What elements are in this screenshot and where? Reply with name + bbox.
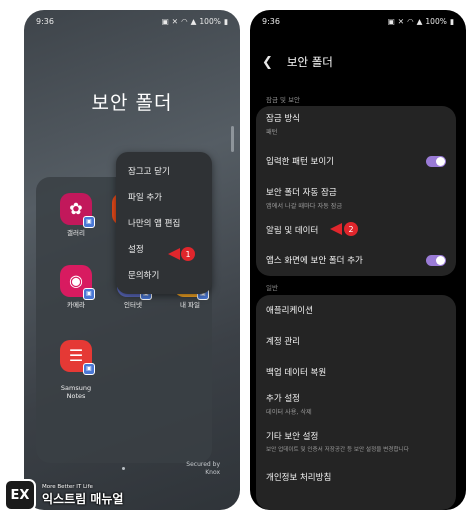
setting-privacy-policy[interactable]: 개인정보 처리방침	[256, 461, 456, 493]
setting-title: 개인정보 처리방침	[266, 473, 332, 483]
setting-additional-settings[interactable]: 추가 설정 데이터 사용, 삭제	[256, 387, 456, 421]
setting-auto-lock[interactable]: 보안 폴더 자동 잠금 앱에서 나갈 때마다 자동 잠금	[256, 180, 456, 216]
app-camera[interactable]: ◉ ▣ 카메라	[54, 265, 98, 309]
setting-title: 기타 보안 설정	[266, 431, 319, 442]
setting-title: 보안 폴더 자동 잠금	[266, 188, 337, 198]
battery-text: 100%	[199, 16, 221, 26]
secure-badge-icon: ▣	[83, 363, 95, 376]
page-indicator	[122, 467, 125, 470]
setting-subtitle: 보안 업데이트 및 인증서 저장공간 등 보안 설정을 변경합니다	[266, 446, 409, 453]
notification-icon: ▣	[161, 16, 169, 26]
gallery-icon: ✿ ▣	[60, 193, 95, 228]
mute-icon: ✕	[171, 16, 179, 26]
setting-title: 잠금 방식	[266, 114, 300, 124]
secure-folder-settings-screen: 9:36 ▣ ✕ ◠ ▲ 100% ▮ ❮ 보안 폴더 잠금 및 보안 잠금 방…	[250, 10, 466, 510]
menu-item-contact-us[interactable]: 문의하기	[116, 262, 212, 288]
setting-other-security[interactable]: 기타 보안 설정 보안 업데이트 및 인증서 저장공간 등 보안 설정을 변경합…	[256, 421, 456, 461]
secured-by-knox: Secured by Knox	[186, 461, 220, 477]
add-to-apps-toggle[interactable]	[426, 254, 446, 266]
notification-icon: ▣	[387, 16, 395, 26]
setting-title: 백업 데이터 복원	[266, 368, 327, 378]
pointer-arrow-icon	[168, 248, 180, 260]
setting-title: 입력한 패턴 보이기	[266, 157, 334, 167]
toggle-knob	[436, 255, 445, 265]
app-label: 인터넷	[124, 301, 142, 309]
lock-security-card: 잠금 방식 패턴 입력한 패턴 보이기 보안 폴더 자동 잠금 앱에서 나갈 때…	[256, 106, 456, 276]
setting-lock-type[interactable]: 잠금 방식 패턴	[256, 106, 456, 142]
status-icons: ▣ ✕ ◠ ▲ 100% ▮	[388, 17, 454, 26]
setting-title: 애플리케이션	[266, 306, 313, 316]
status-icons: ▣ ✕ ◠ ▲ 100% ▮	[162, 17, 228, 26]
site-logo-icon: EX	[4, 479, 36, 511]
app-label: 카메라	[67, 301, 85, 309]
more-options-menu: 잠그고 닫기 파일 추가 나만의 앱 편집 설정 문의하기	[116, 152, 212, 294]
general-card: 애플리케이션 계정 관리 백업 데이터 복원 추가 설정 데이터 사용, 삭제 …	[256, 295, 456, 510]
battery-text: 100%	[425, 16, 447, 26]
app-gallery[interactable]: ✿ ▣ 갤러리	[54, 193, 98, 237]
setting-title: 추가 설정	[266, 394, 300, 404]
app-label: Samsung Notes	[60, 384, 92, 401]
wifi-icon: ◠	[181, 16, 188, 26]
site-watermark: EX More Better IT Life 익스트림 매뉴얼	[4, 479, 123, 511]
setting-add-to-apps-screen[interactable]: 앱스 화면에 보안 폴더 추가	[256, 244, 456, 276]
site-name: 익스트림 매뉴얼	[42, 491, 124, 506]
mute-icon: ✕	[397, 16, 405, 26]
menu-item-lock-close[interactable]: 잠그고 닫기	[116, 158, 212, 184]
pointer-arrow-icon	[330, 223, 342, 235]
setting-title: 알림 및 데이터	[266, 226, 319, 236]
app-samsung-notes[interactable]: ☰ ▣ Samsung Notes	[54, 332, 98, 401]
setting-subtitle: 데이터 사용, 삭제	[266, 409, 312, 416]
signal-icon: ▲	[190, 16, 197, 26]
battery-icon: ▮	[449, 16, 454, 26]
setting-subtitle: 앱에서 나갈 때마다 자동 잠금	[266, 203, 343, 210]
app-label: 내 파일	[179, 301, 200, 309]
status-time: 9:36	[36, 16, 54, 26]
page-header: ❮ 보안 폴더	[262, 54, 333, 70]
setting-applications[interactable]: 애플리케이션	[256, 295, 456, 325]
wifi-icon: ◠	[407, 16, 414, 26]
menu-item-settings[interactable]: 설정	[116, 236, 212, 262]
status-bar: 9:36 ▣ ✕ ◠ ▲ 100% ▮	[250, 10, 466, 32]
status-bar: 9:36 ▣ ✕ ◠ ▲ 100% ▮	[24, 10, 240, 32]
setting-subtitle: 패턴	[266, 129, 278, 136]
setting-backup-restore[interactable]: 백업 데이터 복원	[256, 357, 456, 387]
setting-title: 계정 관리	[266, 337, 300, 347]
toggle-knob	[436, 156, 445, 166]
step-marker-1: 1	[181, 247, 195, 261]
menu-item-edit-apps[interactable]: 나만의 앱 편집	[116, 210, 212, 236]
menu-item-add-files[interactable]: 파일 추가	[116, 184, 212, 210]
battery-icon: ▮	[223, 16, 228, 26]
app-label: 갤러리	[67, 229, 85, 237]
step-marker-2: 2	[344, 222, 358, 236]
page-title: 보안 폴더	[286, 55, 333, 69]
setting-account-management[interactable]: 계정 관리	[256, 325, 456, 357]
back-icon[interactable]: ❮	[262, 55, 273, 70]
secure-badge-icon: ▣	[83, 216, 95, 228]
camera-icon: ◉ ▣	[60, 265, 95, 300]
scrollbar[interactable]	[231, 126, 234, 152]
section-label-lock-security: 잠금 및 보안	[266, 96, 301, 104]
signal-icon: ▲	[416, 16, 423, 26]
notes-icon: ☰ ▣	[60, 340, 95, 376]
secure-folder-home-screen: 9:36 ▣ ✕ ◠ ▲ 100% ▮ 보안 폴더 ✿ ▣ 갤러리 ◉ ▣ 카메라 …	[24, 10, 240, 510]
status-time: 9:36	[262, 16, 280, 26]
section-label-general: 일반	[266, 284, 278, 292]
folder-title: 보안 폴더	[91, 92, 173, 114]
show-pattern-toggle[interactable]	[426, 155, 446, 167]
secure-badge-icon: ▣	[83, 288, 95, 300]
setting-show-pattern[interactable]: 입력한 패턴 보이기	[256, 142, 456, 180]
setting-title: 앱스 화면에 보안 폴더 추가	[266, 256, 363, 266]
